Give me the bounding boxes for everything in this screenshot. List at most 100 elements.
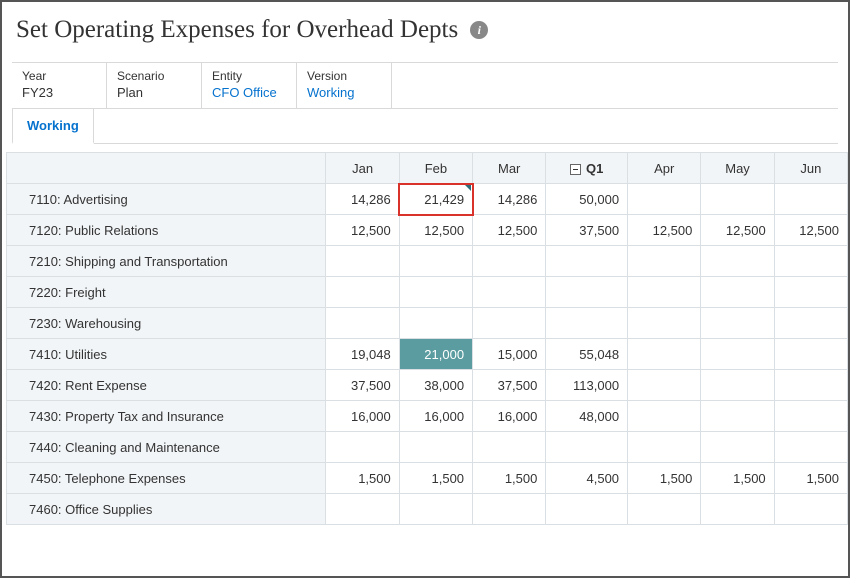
cell[interactable] <box>628 308 701 339</box>
cell[interactable] <box>546 246 628 277</box>
cell[interactable]: 16,000 <box>399 401 472 432</box>
cell[interactable] <box>774 184 847 215</box>
pov-version[interactable]: Version Working <box>297 63 392 108</box>
cell[interactable]: 15,000 <box>473 339 546 370</box>
cell[interactable] <box>628 401 701 432</box>
row-label[interactable]: 7220: Freight <box>7 277 326 308</box>
cell[interactable] <box>774 339 847 370</box>
row-label[interactable]: 7420: Rent Expense <box>7 370 326 401</box>
row-label[interactable]: 7210: Shipping and Transportation <box>7 246 326 277</box>
cell[interactable]: 1,500 <box>701 463 774 494</box>
cell[interactable] <box>326 246 399 277</box>
cell[interactable] <box>701 277 774 308</box>
cell[interactable]: 14,286 <box>326 184 399 215</box>
cell[interactable] <box>326 277 399 308</box>
cell[interactable] <box>774 246 847 277</box>
cell[interactable]: 1,500 <box>326 463 399 494</box>
row-label[interactable]: 7410: Utilities <box>7 339 326 370</box>
cell[interactable] <box>473 246 546 277</box>
row-label[interactable]: 7460: Office Supplies <box>7 494 326 525</box>
row-label[interactable]: 7440: Cleaning and Maintenance <box>7 432 326 463</box>
cell[interactable]: 16,000 <box>473 401 546 432</box>
cell[interactable] <box>774 370 847 401</box>
row-label[interactable]: 7450: Telephone Expenses <box>7 463 326 494</box>
cell[interactable]: 37,500 <box>473 370 546 401</box>
pov-year[interactable]: Year FY23 <box>12 63 107 108</box>
row-label[interactable]: 7230: Warehousing <box>7 308 326 339</box>
cell[interactable] <box>326 432 399 463</box>
cell[interactable] <box>399 277 472 308</box>
cell[interactable] <box>473 277 546 308</box>
tab-working[interactable]: Working <box>12 109 94 144</box>
cell[interactable] <box>701 184 774 215</box>
cell[interactable] <box>628 184 701 215</box>
cell[interactable]: 12,500 <box>774 215 847 246</box>
cell[interactable]: 16,000 <box>326 401 399 432</box>
col-q1[interactable]: Q1 <box>546 153 628 184</box>
cell[interactable]: 48,000 <box>546 401 628 432</box>
collapse-icon[interactable] <box>570 164 581 175</box>
col-mar[interactable]: Mar <box>473 153 546 184</box>
cell[interactable] <box>326 494 399 525</box>
cell[interactable] <box>701 432 774 463</box>
pov-entity[interactable]: Entity CFO Office <box>202 63 297 108</box>
cell[interactable]: 4,500 <box>546 463 628 494</box>
cell[interactable]: 12,500 <box>701 215 774 246</box>
cell[interactable] <box>774 401 847 432</box>
cell[interactable] <box>546 308 628 339</box>
cell[interactable] <box>774 308 847 339</box>
cell[interactable]: 50,000 <box>546 184 628 215</box>
cell[interactable]: 1,500 <box>399 463 472 494</box>
cell[interactable] <box>473 432 546 463</box>
cell[interactable]: 55,048 <box>546 339 628 370</box>
cell[interactable] <box>701 308 774 339</box>
cell[interactable] <box>701 370 774 401</box>
cell[interactable]: 12,500 <box>628 215 701 246</box>
cell[interactable]: 1,500 <box>473 463 546 494</box>
cell[interactable]: 113,000 <box>546 370 628 401</box>
cell[interactable]: 37,500 <box>326 370 399 401</box>
cell[interactable]: 38,000 <box>399 370 472 401</box>
cell[interactable] <box>701 339 774 370</box>
cell[interactable] <box>628 370 701 401</box>
cell[interactable] <box>628 494 701 525</box>
col-jan[interactable]: Jan <box>326 153 399 184</box>
cell[interactable] <box>628 277 701 308</box>
cell-dirty[interactable]: 21,000 <box>399 339 472 370</box>
cell[interactable] <box>326 308 399 339</box>
row-label[interactable]: 7120: Public Relations <box>7 215 326 246</box>
cell[interactable]: 12,500 <box>473 215 546 246</box>
info-icon[interactable]: i <box>470 21 488 39</box>
cell[interactable] <box>701 401 774 432</box>
cell[interactable] <box>628 432 701 463</box>
cell[interactable] <box>701 494 774 525</box>
cell[interactable]: 37,500 <box>546 215 628 246</box>
pov-scenario[interactable]: Scenario Plan <box>107 63 202 108</box>
cell[interactable] <box>399 494 472 525</box>
cell[interactable] <box>546 432 628 463</box>
col-jun[interactable]: Jun <box>774 153 847 184</box>
cell[interactable] <box>701 246 774 277</box>
cell[interactable]: 12,500 <box>399 215 472 246</box>
cell[interactable] <box>774 277 847 308</box>
cell[interactable] <box>399 246 472 277</box>
cell[interactable]: 12,500 <box>326 215 399 246</box>
cell[interactable] <box>628 339 701 370</box>
col-may[interactable]: May <box>701 153 774 184</box>
row-label[interactable]: 7430: Property Tax and Insurance <box>7 401 326 432</box>
cell[interactable] <box>546 494 628 525</box>
cell[interactable]: 1,500 <box>628 463 701 494</box>
cell[interactable] <box>473 308 546 339</box>
cell[interactable]: 1,500 <box>774 463 847 494</box>
cell[interactable] <box>473 494 546 525</box>
cell[interactable] <box>774 494 847 525</box>
cell[interactable]: 19,048 <box>326 339 399 370</box>
cell-selected[interactable]: 21,429 <box>399 184 472 215</box>
cell[interactable] <box>399 432 472 463</box>
cell[interactable] <box>628 246 701 277</box>
cell[interactable] <box>774 432 847 463</box>
cell[interactable]: 14,286 <box>473 184 546 215</box>
col-feb[interactable]: Feb <box>399 153 472 184</box>
cell[interactable] <box>546 277 628 308</box>
cell[interactable] <box>399 308 472 339</box>
